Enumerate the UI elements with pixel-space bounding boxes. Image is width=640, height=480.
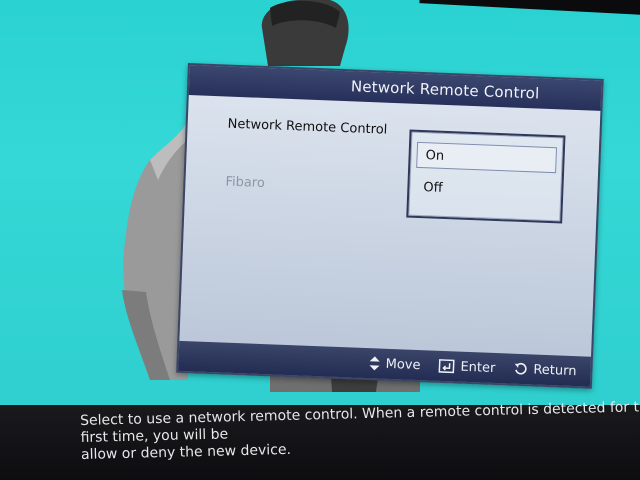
info-description: Select to use a network remote control. … <box>80 398 640 463</box>
move-hint: Move <box>369 356 421 373</box>
return-hint: Return <box>513 361 577 379</box>
move-arrows-icon <box>369 356 380 371</box>
enter-icon <box>438 359 455 374</box>
menu-item-fibaro: Fibaro <box>225 174 266 192</box>
menu-item-network-remote-control[interactable]: Network Remote Control <box>227 117 387 138</box>
move-label: Move <box>385 356 421 373</box>
enter-hint: Enter <box>438 358 496 376</box>
option-off[interactable]: Off <box>415 174 556 205</box>
dialog-title: Network Remote Control <box>350 77 540 103</box>
network-remote-control-dialog: Network Remote Control Network Remote Co… <box>176 63 604 389</box>
return-icon <box>513 362 528 377</box>
info-bar: Select to use a network remote control. … <box>0 399 640 480</box>
return-label: Return <box>533 361 577 379</box>
option-on[interactable]: On <box>416 141 558 174</box>
options-list: On Off <box>406 129 566 224</box>
enter-label: Enter <box>460 359 496 376</box>
tv-screen: Network Remote Control Network Remote Co… <box>0 0 640 480</box>
